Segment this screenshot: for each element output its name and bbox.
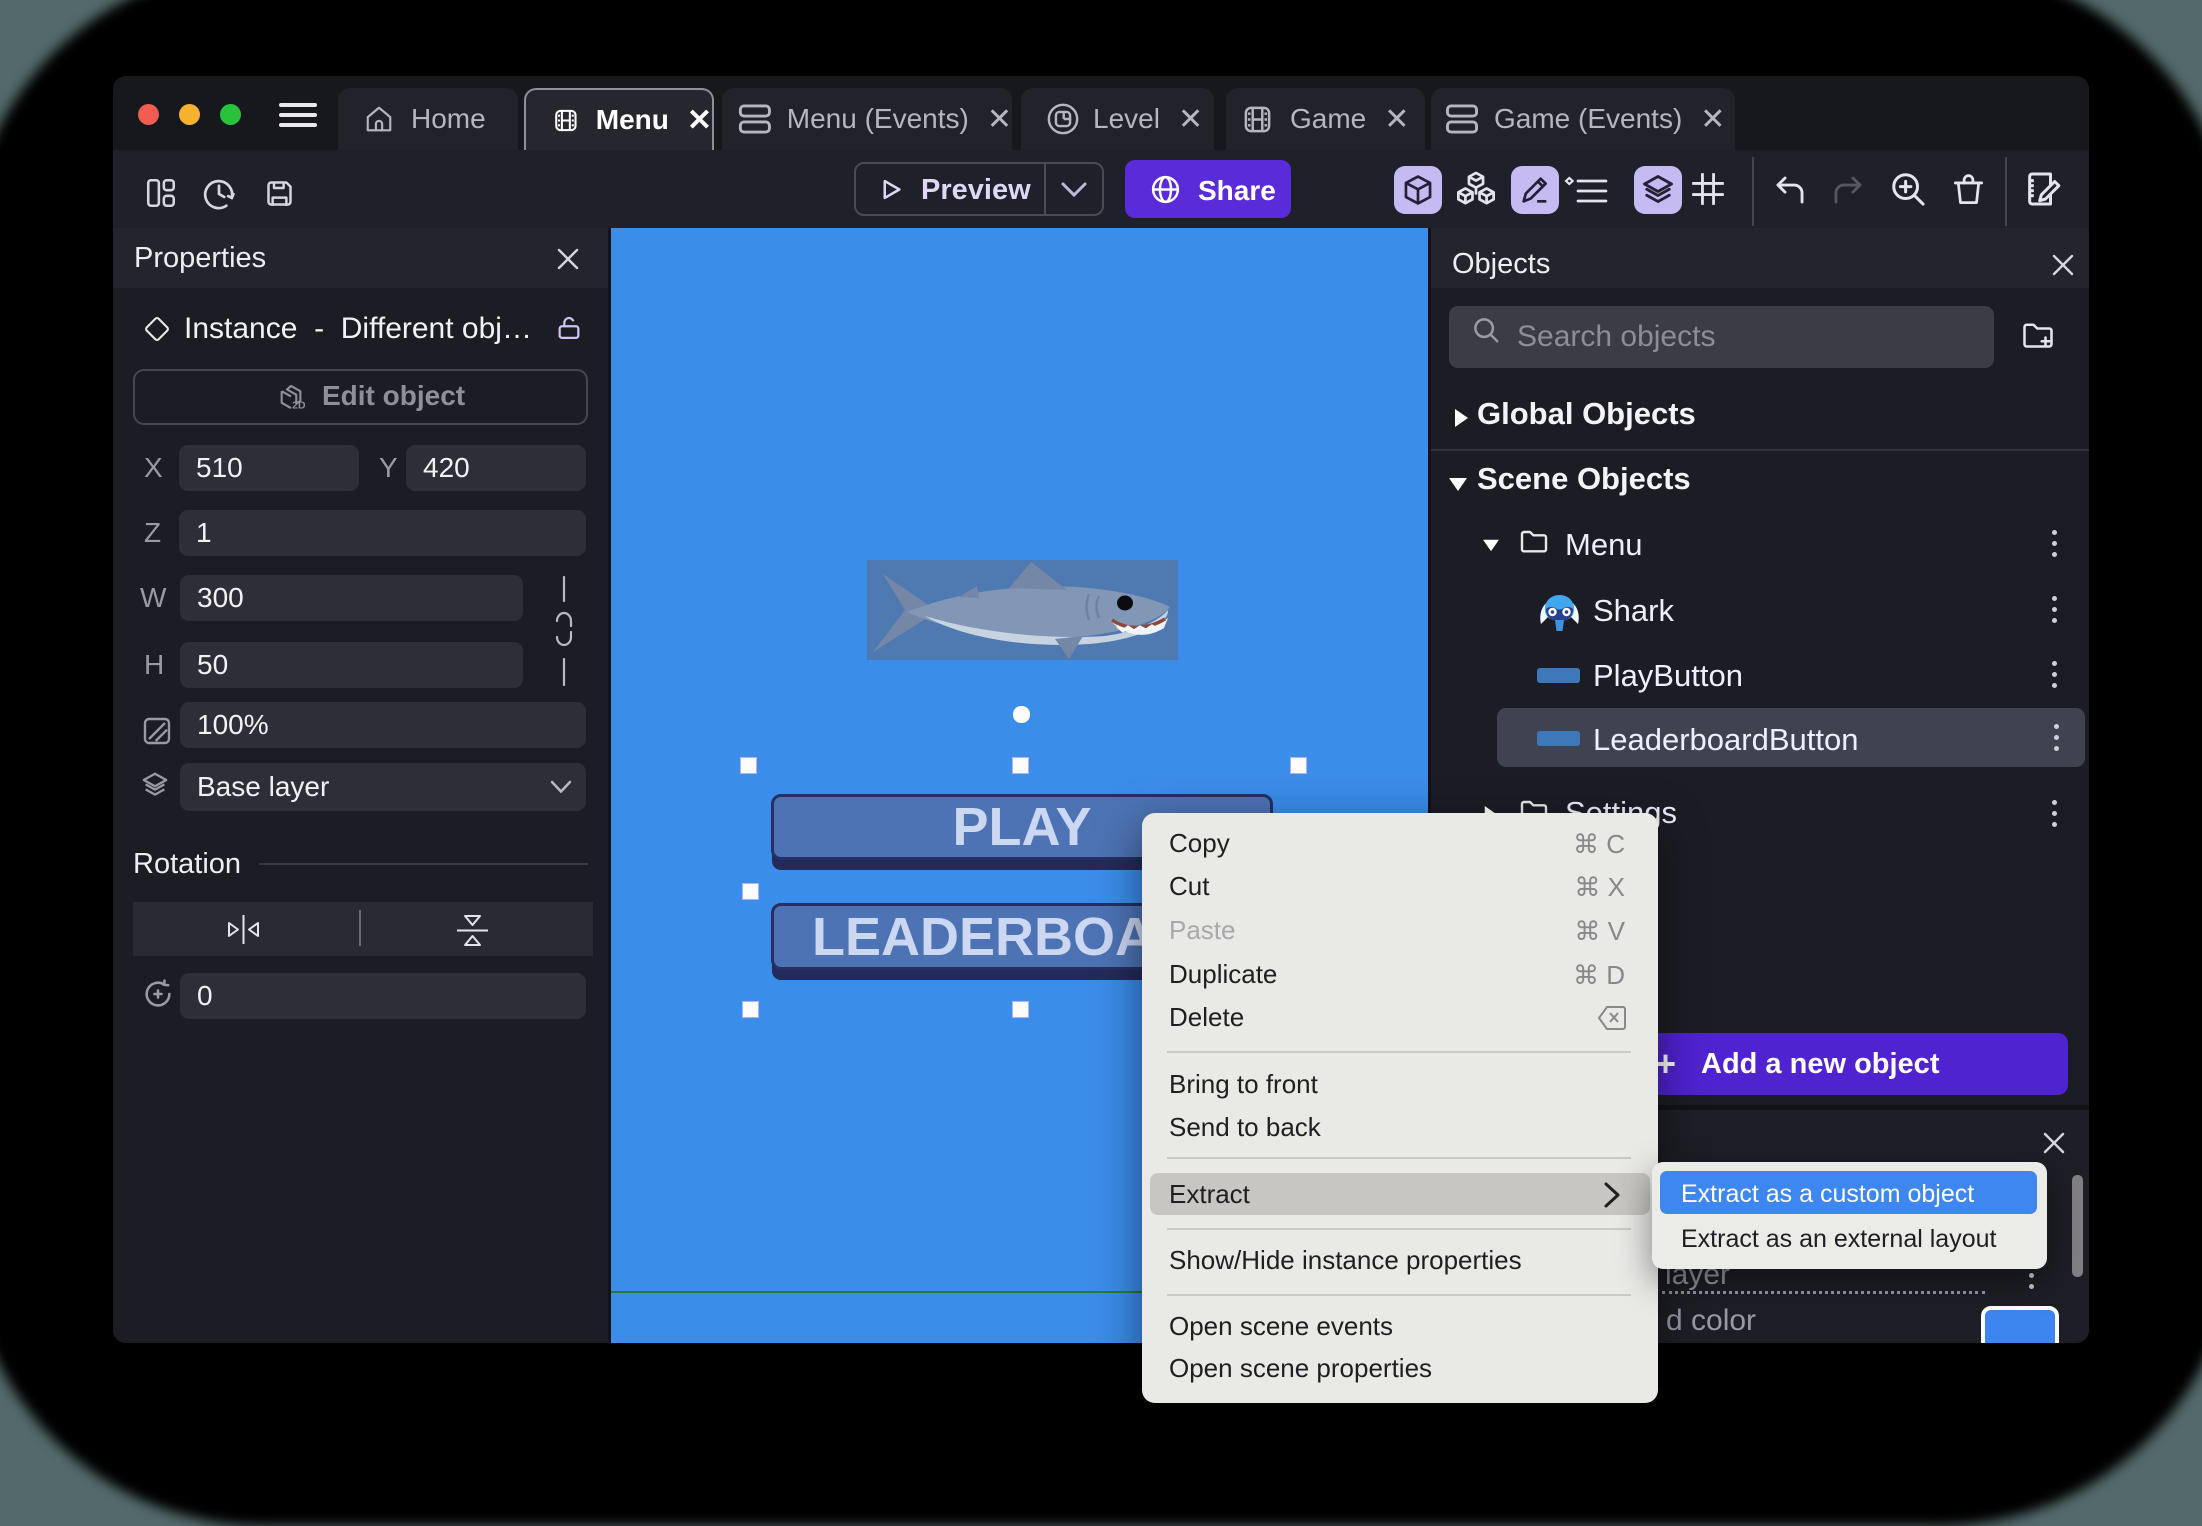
- svg-text:2D: 2D: [292, 400, 305, 411]
